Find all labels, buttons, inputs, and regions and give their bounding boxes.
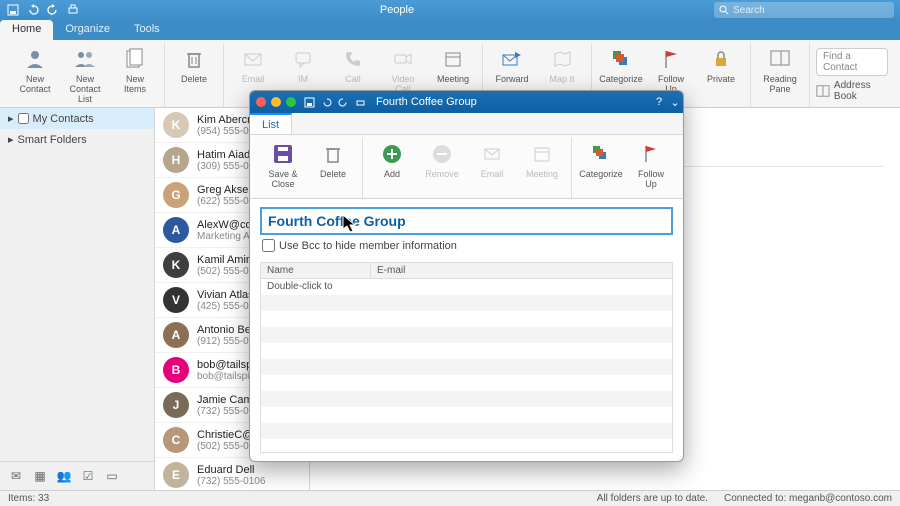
ribbon-tabs: Home Organize Tools — [0, 20, 900, 40]
nav-bottom-icons: ✉ ▦ 👥 ☑ ▭ — [0, 461, 154, 490]
contact-phone: (732) 555-0106 — [197, 476, 301, 487]
avatar: A — [163, 217, 189, 243]
tab-home[interactable]: Home — [0, 20, 53, 40]
modal-save-icon[interactable] — [304, 97, 315, 108]
avatar: B — [163, 357, 189, 383]
left-nav: ▸ My Contacts ▸ Smart Folders ✉ ▦ 👥 ☑ ▭ — [0, 108, 155, 490]
modal-tab-list[interactable]: List — [250, 113, 292, 134]
print-icon[interactable] — [66, 3, 80, 17]
avatar: J — [163, 392, 189, 418]
modal-email-button: Email — [469, 138, 515, 198]
contact-row[interactable]: E Eduard Dell(732) 555-0106 — [155, 458, 309, 490]
save-icon[interactable] — [6, 3, 20, 17]
save-close-button[interactable]: Save &Close — [260, 138, 306, 198]
app-title: People — [80, 4, 714, 16]
avatar: K — [163, 112, 189, 138]
nav-my-contacts[interactable]: ▸ My Contacts — [0, 108, 154, 129]
group-name-input[interactable] — [260, 207, 673, 235]
minimize-icon[interactable] — [271, 97, 281, 107]
titlebar: People Search — [0, 0, 900, 20]
modal-categorize-button[interactable]: Categorize — [578, 138, 624, 198]
search-placeholder: Search — [733, 5, 765, 16]
reading-pane-button[interactable]: ReadingPane — [757, 43, 803, 107]
status-items: Items: 33 — [8, 493, 49, 504]
status-folders: All folders are up to date. — [597, 493, 708, 504]
avatar: G — [163, 182, 189, 208]
remove-member-button: Remove — [419, 138, 465, 198]
nav-checkbox[interactable] — [18, 113, 29, 124]
avatar: A — [163, 322, 189, 348]
group-editor-window: Fourth Coffee Group ? ⌄ List Save &Close… — [249, 90, 684, 462]
bcc-checkbox-row[interactable]: Use Bcc to hide member information — [260, 235, 673, 256]
modal-follow-up-button[interactable]: FollowUp — [628, 138, 674, 198]
avatar: K — [163, 252, 189, 278]
tab-organize[interactable]: Organize — [53, 20, 122, 40]
avatar: H — [163, 147, 189, 173]
private-button[interactable]: Private — [698, 43, 744, 107]
modal-titlebar[interactable]: Fourth Coffee Group ? ⌄ — [250, 91, 683, 113]
notes-icon[interactable]: ▭ — [104, 468, 120, 484]
search-icon — [719, 5, 729, 15]
modal-redo-icon[interactable] — [338, 97, 349, 108]
member-table-header: Name E-mail — [260, 262, 673, 279]
tab-tools[interactable]: Tools — [122, 20, 172, 40]
avatar: E — [163, 462, 189, 488]
new-contact-button[interactable]: NewContact — [12, 43, 58, 107]
add-member-button[interactable]: Add — [369, 138, 415, 198]
contact-name: Eduard Dell — [197, 464, 301, 476]
modal-title: Fourth Coffee Group — [376, 96, 651, 108]
new-items-button[interactable]: NewItems — [112, 43, 158, 107]
avatar: V — [163, 287, 189, 313]
col-name[interactable]: Name — [261, 263, 371, 278]
status-connected: Connected to: meganb@contoso.com — [724, 493, 892, 504]
modal-ribbon: Save &Close Delete Add Remove Email Meet… — [250, 135, 683, 199]
search-box[interactable]: Search — [714, 2, 894, 18]
modal-delete-button[interactable]: Delete — [310, 138, 356, 198]
delete-button[interactable]: Delete — [171, 43, 217, 107]
find-contact-input[interactable]: Find a Contact — [816, 48, 888, 76]
tasks-icon[interactable]: ☑ — [80, 468, 96, 484]
member-table[interactable]: Double-click to — [260, 279, 673, 453]
help-icon[interactable]: ? — [651, 96, 667, 108]
bcc-checkbox[interactable] — [262, 239, 275, 252]
calendar-icon[interactable]: ▦ — [32, 468, 48, 484]
people-icon[interactable]: 👥 — [56, 468, 72, 484]
undo-icon[interactable] — [26, 3, 40, 17]
address-book-button[interactable]: Address Book — [816, 80, 888, 102]
redo-icon[interactable] — [46, 3, 60, 17]
avatar: C — [163, 427, 189, 453]
nav-smart-folders[interactable]: ▸ Smart Folders — [0, 129, 154, 150]
new-contact-list-button[interactable]: NewContact List — [62, 43, 108, 107]
close-icon[interactable] — [256, 97, 266, 107]
chevron-down-icon[interactable]: ⌄ — [667, 96, 683, 109]
table-hint: Double-click to — [267, 281, 333, 292]
modal-print-icon[interactable] — [355, 97, 366, 108]
col-email[interactable]: E-mail — [371, 263, 411, 278]
modal-meeting-button: Meeting — [519, 138, 565, 198]
status-bar: Items: 33 All folders are up to date. Co… — [0, 490, 900, 506]
mail-icon[interactable]: ✉ — [8, 468, 24, 484]
zoom-icon[interactable] — [286, 97, 296, 107]
modal-undo-icon[interactable] — [321, 97, 332, 108]
